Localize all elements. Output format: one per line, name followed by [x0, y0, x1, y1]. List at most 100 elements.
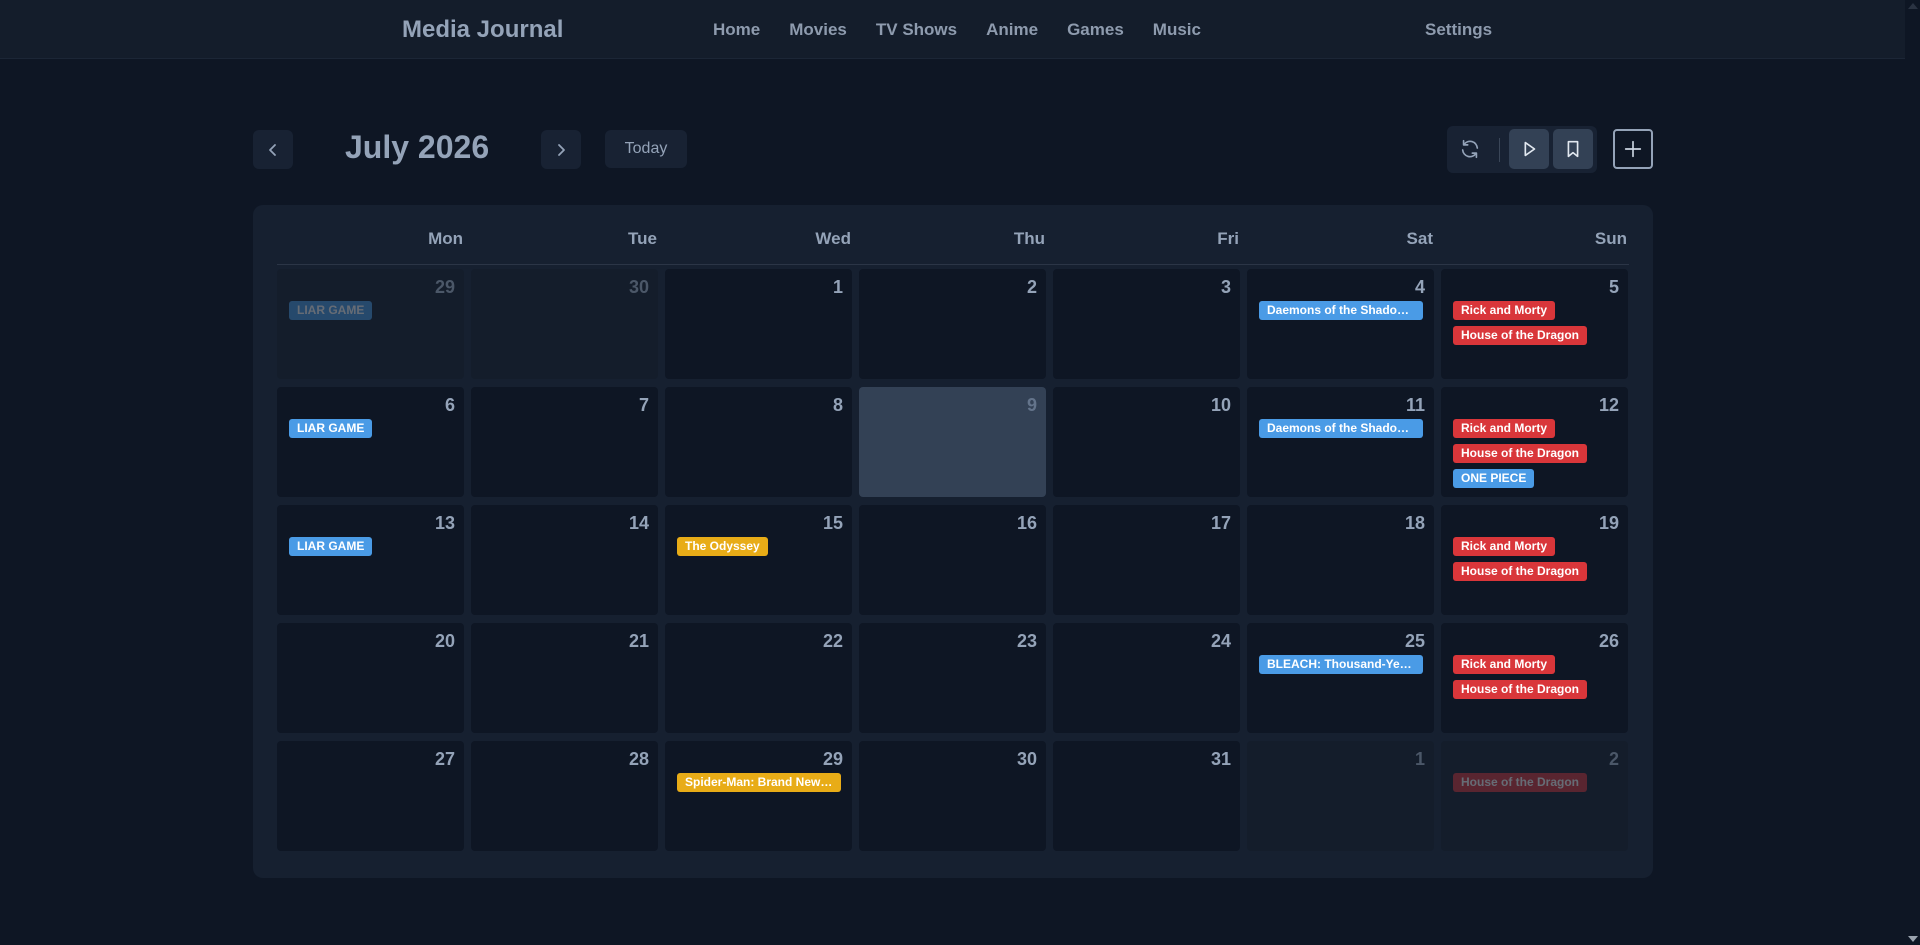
day-cell[interactable]: 1 [665, 269, 852, 379]
day-cell[interactable]: 5 Rick and Morty House of the Dragon [1441, 269, 1628, 379]
event-chip[interactable]: Daemons of the Shadow Realm [1259, 301, 1423, 320]
nav-anime[interactable]: Anime [986, 20, 1038, 40]
event-chip[interactable]: House of the Dragon [1453, 562, 1588, 581]
day-cell[interactable]: 11 Daemons of the Shadow Realm [1247, 387, 1434, 497]
event-chip[interactable]: House of the Dragon [1453, 326, 1588, 345]
page-scrollbar[interactable] [1905, 0, 1920, 945]
day-cell[interactable]: 23 [859, 623, 1046, 733]
day-cell[interactable]: 4 Daemons of the Shadow Realm [1247, 269, 1434, 379]
day-cell[interactable]: 2 [859, 269, 1046, 379]
event-chip[interactable]: House of the Dragon [1453, 444, 1588, 463]
day-cell[interactable]: 30 [471, 269, 658, 379]
day-cell[interactable]: 15 The Odyssey [665, 505, 852, 615]
day-cell[interactable]: 20 [277, 623, 464, 733]
event-chip[interactable]: Rick and Morty [1453, 655, 1556, 674]
event-chip[interactable]: LIAR GAME [289, 419, 373, 438]
day-number: 11 [1405, 395, 1425, 415]
app-title[interactable]: Media Journal [402, 16, 563, 44]
day-cell[interactable]: 6 LIAR GAME [277, 387, 464, 497]
event-chip[interactable]: Daemons of the Shadow Realm [1259, 419, 1423, 438]
play-filter-button[interactable] [1509, 129, 1549, 169]
view-toggle-group [1447, 126, 1597, 173]
day-cell[interactable]: 16 [859, 505, 1046, 615]
day-cell[interactable]: 30 [859, 741, 1046, 851]
refresh-button[interactable] [1450, 129, 1490, 169]
event-list: House of the Dragon [1453, 773, 1588, 792]
play-icon [1524, 141, 1536, 157]
nav-settings[interactable]: Settings [1425, 20, 1492, 40]
day-cell[interactable]: 13 LIAR GAME [277, 505, 464, 615]
today-button[interactable]: Today [605, 130, 687, 168]
day-number: 30 [1016, 749, 1037, 769]
day-number: 1 [832, 277, 843, 297]
weekday-label: Sun [1594, 229, 1627, 248]
event-list: Rick and Morty House of the Dragon [1453, 301, 1588, 345]
day-cell[interactable]: 28 [471, 741, 658, 851]
day-cell[interactable]: 8 [665, 387, 852, 497]
day-cell[interactable]: 27 [277, 741, 464, 851]
event-chip[interactable]: BLEACH: Thousand-Year Blood War [1259, 655, 1423, 674]
day-cell[interactable]: 2 House of the Dragon [1441, 741, 1628, 851]
event-chip[interactable]: Spider-Man: Brand New Day [677, 773, 841, 792]
day-cell[interactable]: 19 Rick and Morty House of the Dragon [1441, 505, 1628, 615]
next-month-button[interactable] [541, 130, 581, 169]
event-list: LIAR GAME [289, 301, 373, 320]
event-chip[interactable]: House of the Dragon [1453, 773, 1588, 792]
prev-month-button[interactable] [253, 130, 293, 169]
event-chip[interactable]: House of the Dragon [1453, 680, 1588, 699]
event-chip[interactable]: ONE PIECE [1453, 469, 1535, 488]
event-chip[interactable]: Rick and Morty [1453, 537, 1556, 556]
day-number: 23 [1016, 631, 1037, 651]
day-cell[interactable]: 21 [471, 623, 658, 733]
day-cell[interactable]: 29 LIAR GAME [277, 269, 464, 379]
day-cell[interactable]: 29 Spider-Man: Brand New Day [665, 741, 852, 851]
refresh-icon [1461, 139, 1479, 159]
event-chip[interactable]: Rick and Morty [1453, 419, 1556, 438]
day-cell[interactable]: 22 [665, 623, 852, 733]
event-list: Rick and Morty House of the Dragon ONE PIE… [1453, 419, 1588, 488]
day-number: 12 [1598, 395, 1619, 415]
bookmark-filter-button[interactable] [1553, 129, 1593, 169]
event-chip[interactable]: LIAR GAME [289, 301, 373, 320]
nav-tv-shows[interactable]: TV Shows [876, 20, 957, 40]
day-number: 5 [1608, 277, 1619, 297]
day-number: 16 [1016, 513, 1037, 533]
day-cell[interactable]: 10 [1053, 387, 1240, 497]
nav-movies[interactable]: Movies [789, 20, 847, 40]
day-cell[interactable]: 26 Rick and Morty House of the Dragon [1441, 623, 1628, 733]
scroll-down-arrow-icon[interactable] [1908, 936, 1918, 942]
day-cell-today[interactable]: 9 [859, 387, 1046, 497]
day-cell[interactable]: 24 [1053, 623, 1240, 733]
day-cell[interactable]: 12 Rick and Morty House of the Dragon ONE P… [1441, 387, 1628, 497]
day-number: 9 [1026, 395, 1037, 415]
weekday-label: Tue [628, 229, 657, 248]
day-number: 21 [628, 631, 649, 651]
event-list: Daemons of the Shadow Realm [1259, 419, 1423, 438]
add-entry-button[interactable] [1613, 129, 1653, 169]
top-navbar: Media Journal Home Movies TV Shows Anime… [0, 0, 1905, 59]
day-cell[interactable]: 18 [1247, 505, 1434, 615]
scroll-up-arrow-icon[interactable] [1908, 3, 1918, 9]
event-list: The Odyssey [677, 537, 768, 556]
day-number: 6 [444, 395, 455, 415]
day-cell[interactable]: 17 [1053, 505, 1240, 615]
event-chip[interactable]: LIAR GAME [289, 537, 373, 556]
nav-games[interactable]: Games [1067, 20, 1124, 40]
weekday-label: Fri [1217, 229, 1239, 248]
day-cell[interactable]: 25 BLEACH: Thousand-Year Blood War [1247, 623, 1434, 733]
day-cell[interactable]: 3 [1053, 269, 1240, 379]
event-list: LIAR GAME [289, 419, 373, 438]
day-cell[interactable]: 7 [471, 387, 658, 497]
day-number: 10 [1210, 395, 1231, 415]
event-list: LIAR GAME [289, 537, 373, 556]
weekday-label: Sat [1406, 229, 1433, 248]
event-chip[interactable]: Rick and Morty [1453, 301, 1556, 320]
nav-home[interactable]: Home [713, 20, 760, 40]
day-cell[interactable]: 31 [1053, 741, 1240, 851]
day-cell[interactable]: 14 [471, 505, 658, 615]
nav-music[interactable]: Music [1153, 20, 1201, 40]
day-number: 30 [628, 277, 649, 297]
day-cell[interactable]: 1 [1247, 741, 1434, 851]
event-chip[interactable]: The Odyssey [677, 537, 768, 556]
chevron-right-icon [558, 143, 565, 156]
